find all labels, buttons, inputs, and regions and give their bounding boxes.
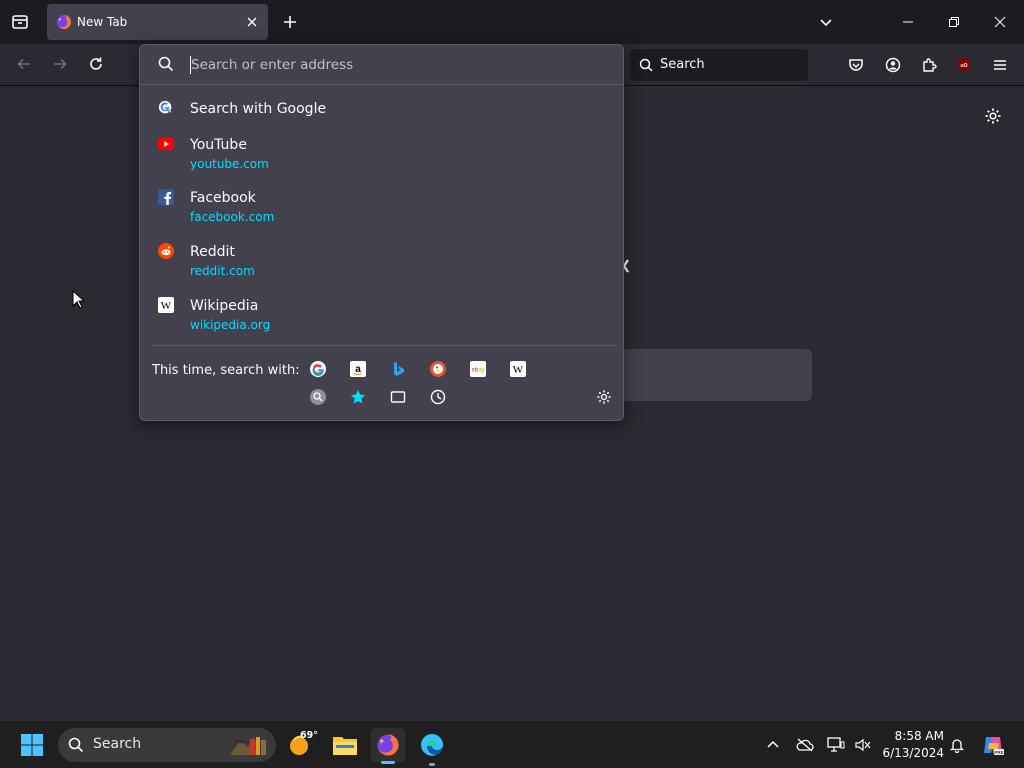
search-bar-placeholder: Search bbox=[660, 57, 705, 72]
bookmarks-icon[interactable] bbox=[349, 388, 367, 406]
clock-date[interactable]: 6/13/2024 bbox=[870, 746, 944, 760]
close-window-icon[interactable] bbox=[990, 12, 1010, 32]
duckduckgo-engine-icon[interactable] bbox=[429, 360, 447, 378]
result-url: facebook.com bbox=[190, 210, 275, 224]
search-engine-icon[interactable] bbox=[309, 388, 327, 406]
display-icon[interactable] bbox=[826, 735, 846, 755]
edge-taskbar-icon[interactable] bbox=[415, 728, 449, 762]
result-title: YouTube bbox=[190, 137, 247, 153]
weather-temperature: 69° bbox=[300, 730, 318, 741]
svg-text:uO: uO bbox=[961, 63, 968, 69]
svg-text:W: W bbox=[513, 364, 524, 376]
result-facebook[interactable]: Facebook facebook.com bbox=[140, 182, 623, 228]
google-engine-icon[interactable] bbox=[309, 360, 327, 378]
firefox-icon bbox=[56, 14, 72, 30]
result-youtube[interactable]: YouTube youtube.com bbox=[140, 129, 623, 175]
reddit-icon bbox=[158, 243, 174, 259]
result-url: reddit.com bbox=[190, 264, 255, 278]
tabs-icon[interactable] bbox=[389, 388, 407, 406]
taskbar-search-label: Search bbox=[93, 736, 142, 752]
result-url: youtube.com bbox=[190, 157, 269, 171]
reload-icon[interactable] bbox=[86, 54, 106, 74]
result-title: Facebook bbox=[190, 190, 256, 206]
search-icon bbox=[638, 57, 654, 73]
facebook-icon bbox=[158, 189, 174, 205]
windows-start-icon[interactable] bbox=[20, 733, 44, 757]
restore-icon[interactable] bbox=[944, 12, 964, 32]
one-off-search-label: This time, search with: bbox=[152, 363, 300, 378]
address-bar[interactable]: Search or enter address bbox=[140, 45, 623, 85]
running-app-indicator bbox=[429, 763, 435, 766]
youtube-icon bbox=[158, 136, 174, 152]
onedrive-offline-icon[interactable] bbox=[795, 735, 815, 755]
pocket-icon[interactable] bbox=[846, 55, 866, 75]
taskbar: Search 69° 8:58 AM 6/13/2024 PRE bbox=[0, 720, 1024, 768]
result-title: Search with Google bbox=[190, 101, 327, 117]
title-bar: New Tab bbox=[0, 0, 1024, 44]
result-title: Wikipedia bbox=[190, 298, 259, 314]
svg-text:a: a bbox=[355, 364, 361, 375]
google-search-icon bbox=[158, 100, 174, 116]
chevron-down-icon[interactable] bbox=[817, 13, 835, 31]
active-app-indicator bbox=[381, 761, 395, 764]
svg-text:y: y bbox=[481, 368, 484, 374]
chevron-up-icon[interactable] bbox=[763, 735, 783, 755]
minimize-icon[interactable] bbox=[898, 12, 918, 32]
result-title: Reddit bbox=[190, 244, 235, 260]
history-icon[interactable] bbox=[429, 388, 447, 406]
page-search-box[interactable] bbox=[600, 349, 812, 401]
search-highlight-illustration bbox=[228, 733, 272, 757]
search-icon bbox=[158, 56, 174, 72]
result-url: wikipedia.org bbox=[190, 318, 271, 332]
extensions-icon[interactable] bbox=[919, 55, 939, 75]
result-search-with-google[interactable]: Search with Google bbox=[140, 93, 623, 123]
file-explorer-icon[interactable] bbox=[328, 728, 362, 762]
firefox-view-icon[interactable] bbox=[8, 10, 32, 34]
copilot-icon[interactable]: PRE bbox=[981, 733, 1005, 757]
clock-time[interactable]: 8:58 AM bbox=[882, 729, 944, 743]
back-arrow-icon[interactable] bbox=[14, 54, 34, 74]
amazon-engine-icon[interactable]: a bbox=[349, 360, 367, 378]
menu-icon[interactable] bbox=[990, 55, 1010, 75]
account-icon[interactable] bbox=[883, 55, 903, 75]
forward-arrow-icon[interactable] bbox=[50, 54, 70, 74]
bing-engine-icon[interactable] bbox=[389, 360, 407, 378]
wikipedia-icon: W bbox=[158, 297, 174, 313]
mouse-cursor-icon bbox=[72, 290, 86, 310]
gear-icon[interactable] bbox=[983, 106, 1003, 126]
ublock-origin-icon[interactable]: uO bbox=[954, 55, 974, 75]
svg-text:PRE: PRE bbox=[994, 750, 1003, 755]
tab-title: New Tab bbox=[77, 15, 128, 29]
search-bar[interactable]: Search bbox=[630, 49, 808, 81]
firefox-taskbar-icon[interactable] bbox=[371, 728, 405, 762]
taskbar-search-box[interactable]: Search bbox=[58, 728, 276, 762]
address-bar-dropdown: Search or enter address Search with Goog… bbox=[139, 44, 624, 421]
result-wikipedia[interactable]: W Wikipedia wikipedia.org bbox=[140, 290, 623, 336]
svg-text:W: W bbox=[161, 300, 172, 312]
close-tab-icon[interactable] bbox=[244, 14, 260, 30]
wikipedia-engine-icon[interactable]: W bbox=[509, 360, 527, 378]
new-tab-icon[interactable] bbox=[280, 12, 300, 32]
search-icon bbox=[68, 737, 84, 753]
notification-bell-icon[interactable] bbox=[947, 735, 967, 755]
ebay-engine-icon[interactable]: ebay bbox=[469, 360, 487, 378]
gear-icon[interactable] bbox=[595, 388, 613, 406]
address-input[interactable]: Search or enter address bbox=[191, 57, 353, 73]
divider bbox=[152, 345, 617, 346]
result-reddit[interactable]: Reddit reddit.com bbox=[140, 236, 623, 282]
tab-new-tab[interactable]: New Tab bbox=[47, 4, 268, 40]
